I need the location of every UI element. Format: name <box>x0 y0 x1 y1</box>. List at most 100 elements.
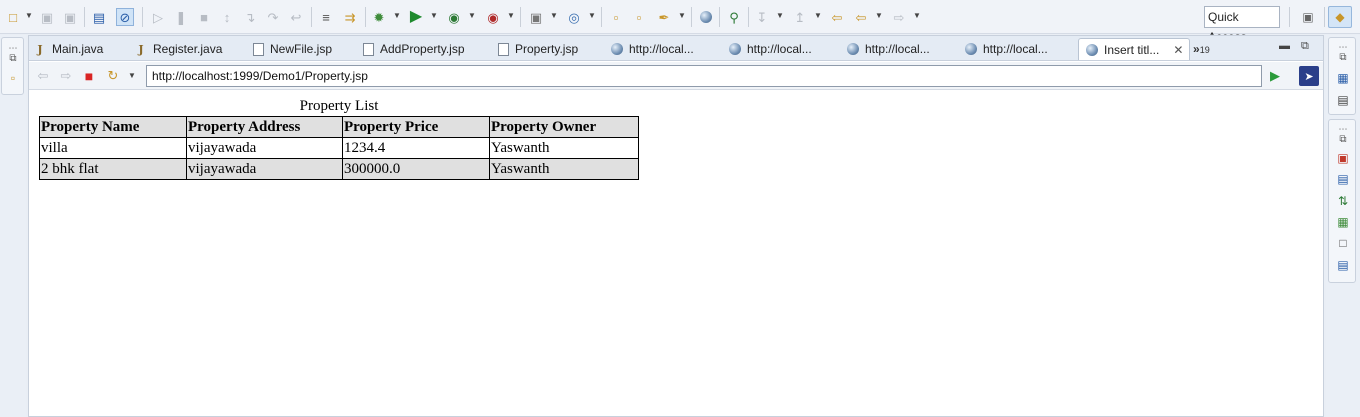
refresh-dropdown-arrow[interactable]: ▼ <box>128 71 136 80</box>
tab-browser-1[interactable]: http://local... <box>610 38 694 60</box>
table-cell: villa <box>39 137 187 159</box>
tab-register-java[interactable]: J Register.java <box>134 38 222 60</box>
url-input[interactable]: http://localhost:1999/Demo1/Property.jsp <box>146 65 1262 87</box>
next-annotation-dropdown-arrow[interactable]: ▼ <box>776 11 784 20</box>
tab-label: http://local... <box>629 42 694 56</box>
use-step-filters-icon[interactable]: ≡ <box>317 8 335 26</box>
tab-label: Insert titl... <box>1104 42 1160 57</box>
restore-view-icon[interactable]: ⧉ <box>1335 49 1351 65</box>
package-explorer-icon[interactable]: ▫ <box>5 70 21 86</box>
browser-forward-icon[interactable]: ⇨ <box>58 68 74 84</box>
run-icon[interactable]: ▶ <box>407 8 425 26</box>
disconnect-icon[interactable]: ↕ <box>218 8 236 26</box>
new-web-service-icon[interactable]: ◎ <box>565 8 583 26</box>
globe-icon <box>846 42 860 56</box>
new-server-dropdown-arrow[interactable]: ▼ <box>550 11 558 20</box>
open-perspective-icon[interactable]: ▣ <box>1296 6 1320 28</box>
data-source-explorer-icon[interactable]: ▦ <box>1335 214 1351 230</box>
new-wizard-icon[interactable]: □ <box>4 8 22 26</box>
tab-label: http://local... <box>747 42 812 56</box>
right-trim-stack: ⋯ ⧉ ▦ ▤ ⋯ ⧉ ▣ ▤ ⇅ ▦ □ ▤ <box>1326 35 1360 417</box>
quick-access-field[interactable]: Quick Access <box>1204 6 1280 44</box>
table-cell: Yaswanth <box>489 137 639 159</box>
snippets-icon[interactable]: □ <box>1335 235 1351 251</box>
tab-browser-2[interactable]: http://local... <box>728 38 812 60</box>
tab-insert-title-active[interactable]: Insert titl... ✕ <box>1078 38 1191 60</box>
toolbar-separator <box>601 7 602 27</box>
jsp-file-icon <box>361 42 375 56</box>
open-type-icon[interactable]: ▫ <box>607 8 625 26</box>
forward-dropdown-arrow[interactable]: ▼ <box>913 11 921 20</box>
console-icon[interactable]: ▤ <box>1335 257 1351 273</box>
tab-main-java[interactable]: J Main.java <box>33 38 103 60</box>
tab-browser-4[interactable]: http://local... <box>964 38 1048 60</box>
step-return-icon[interactable]: ↩ <box>287 8 305 26</box>
globe-icon <box>1085 43 1099 57</box>
next-annotation-icon[interactable]: ↧ <box>753 8 771 26</box>
tab-addproperty-jsp[interactable]: AddProperty.jsp <box>361 38 465 60</box>
globe-icon[interactable] <box>697 8 715 26</box>
step-over-icon[interactable]: ↷ <box>264 8 282 26</box>
tab-browser-3[interactable]: http://local... <box>846 38 930 60</box>
coverage-icon[interactable]: ◉ <box>445 8 463 26</box>
forward-icon[interactable]: ⇨ <box>890 8 908 26</box>
terminal-icon[interactable]: ▤ <box>90 8 108 26</box>
browser-stop-icon[interactable]: ■ <box>81 68 97 84</box>
run-dropdown-arrow[interactable]: ▼ <box>430 11 438 20</box>
table-row: villa vijayawada 1234.4 Yaswanth <box>39 137 639 159</box>
open-folder-icon[interactable]: ▫ <box>630 8 648 26</box>
browser-back-icon[interactable]: ⇦ <box>35 68 51 84</box>
step-into-icon[interactable]: ↴ <box>241 8 259 26</box>
column-header: Property Address <box>186 116 343 138</box>
new-dropdown-arrow[interactable]: ▼ <box>25 11 33 20</box>
markers-icon[interactable]: ▣ <box>1335 150 1351 166</box>
properties-icon[interactable]: ▤ <box>1335 171 1351 187</box>
save-icon[interactable]: ▣ <box>38 8 56 26</box>
minimize-editor-icon[interactable]: ▬ <box>1279 40 1290 52</box>
close-tab-icon[interactable]: ✕ <box>1173 43 1183 57</box>
tab-label: Register.java <box>153 42 223 56</box>
editor-tab-bar: J Main.java J Register.java NewFile.jsp … <box>29 36 1323 61</box>
new-server-icon[interactable]: ▣ <box>527 8 545 26</box>
save-all-icon[interactable]: ▣ <box>61 8 79 26</box>
tab-newfile-jsp[interactable]: NewFile.jsp <box>251 38 332 60</box>
resume-icon[interactable]: ▷ <box>149 8 167 26</box>
servers-icon[interactable]: ⇅ <box>1335 193 1351 209</box>
maximize-editor-icon[interactable]: ⧉ <box>1301 40 1309 53</box>
debug-dropdown-arrow[interactable]: ▼ <box>393 11 401 20</box>
restore-view-icon[interactable]: ⧉ <box>5 50 21 66</box>
tab-overflow-button[interactable]: »19 <box>1193 42 1210 56</box>
back-dropdown-arrow[interactable]: ▼ <box>875 11 883 20</box>
external-tools-dropdown-arrow[interactable]: ▼ <box>507 11 515 20</box>
eclipse-browser-icon[interactable]: ➤ <box>1299 66 1319 86</box>
globe-icon <box>964 42 978 56</box>
run-last-tool-icon[interactable]: ⇉ <box>341 8 359 26</box>
open-task-icon[interactable]: ✒ <box>655 8 673 26</box>
suspend-icon[interactable]: ❚ <box>172 8 190 26</box>
tab-label: Property.jsp <box>515 42 579 56</box>
search-icon[interactable]: ⚲ <box>725 8 743 26</box>
table-header-row: Property Name Property Address Property … <box>39 116 639 138</box>
restore-view-icon[interactable]: ⧉ <box>1335 131 1351 147</box>
outline-icon[interactable]: ▦ <box>1335 70 1351 86</box>
skip-breakpoints-icon[interactable]: ⊘ <box>116 8 134 26</box>
task-dropdown-arrow[interactable]: ▼ <box>678 11 686 20</box>
go-icon[interactable]: ▶ <box>1267 68 1283 84</box>
tab-property-jsp[interactable]: Property.jsp <box>496 38 578 60</box>
back-icon[interactable]: ⇦ <box>852 8 870 26</box>
minimized-view-stack-bottom: ⋯ ⧉ ▣ ▤ ⇅ ▦ □ ▤ <box>1328 119 1356 283</box>
last-edit-icon[interactable]: ⇦ <box>828 8 846 26</box>
table-cell: 2 bhk flat <box>39 158 187 180</box>
coverage-dropdown-arrow[interactable]: ▼ <box>468 11 476 20</box>
web-service-dropdown-arrow[interactable]: ▼ <box>588 11 596 20</box>
terminate-icon[interactable]: ■ <box>195 8 213 26</box>
table-cell: Yaswanth <box>489 158 639 180</box>
tab-label: http://local... <box>983 42 1048 56</box>
browser-refresh-icon[interactable]: ↻ <box>105 68 121 84</box>
external-tools-icon[interactable]: ◉ <box>484 8 502 26</box>
java-ee-perspective-icon[interactable]: ◆ <box>1328 6 1352 28</box>
prev-annotation-icon[interactable]: ↥ <box>791 8 809 26</box>
task-list-icon[interactable]: ▤ <box>1335 92 1351 108</box>
prev-annotation-dropdown-arrow[interactable]: ▼ <box>814 11 822 20</box>
debug-icon[interactable]: ✹ <box>370 8 388 26</box>
